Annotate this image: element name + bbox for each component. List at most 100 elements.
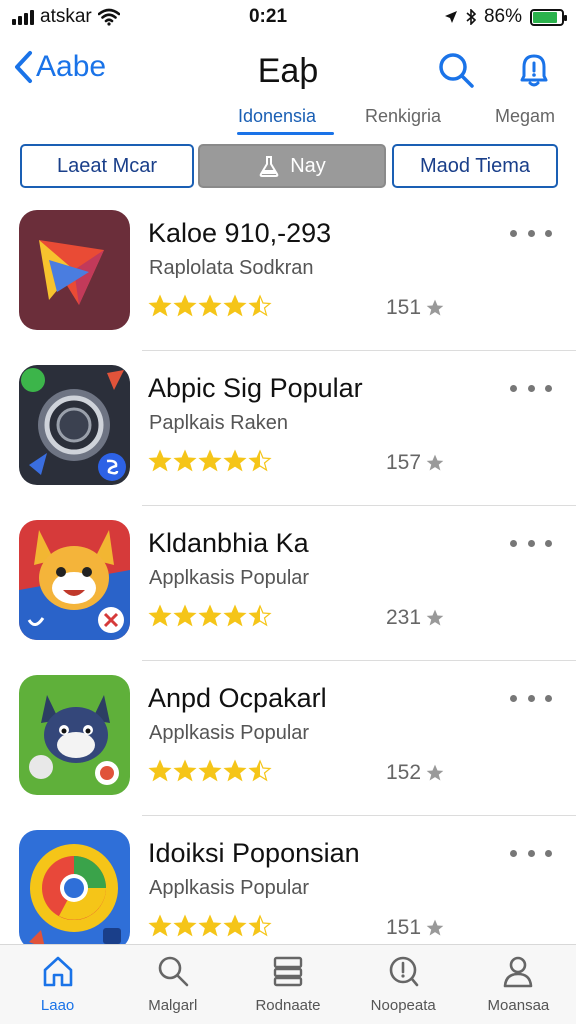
- star-full-icon: [173, 759, 197, 782]
- carrier-label: atskar: [40, 6, 92, 27]
- app-icon-cat-game: [19, 675, 130, 795]
- more-options-button[interactable]: [510, 846, 552, 860]
- tab-bar-label: Laao: [40, 997, 75, 1014]
- location-icon: [444, 11, 457, 23]
- more-options-button[interactable]: [510, 381, 552, 395]
- filter-label: Laeat Mcar: [56, 154, 158, 177]
- app-subtitle: Applkasis Popular: [149, 722, 310, 744]
- tab-renkigria[interactable]: Renkigria: [365, 106, 441, 127]
- list-item[interactable]: Kaloe 910,-293 Raplolata Sodkran 151: [0, 196, 576, 351]
- review-count: 231: [386, 606, 445, 630]
- app-subtitle: Raplolata Sodkran: [149, 257, 314, 279]
- tab-bar-label: Rodnaate: [255, 997, 321, 1014]
- star-full-icon: [198, 914, 222, 937]
- filter-laeat-mcar[interactable]: Laeat Mcar: [20, 144, 194, 188]
- star-half-icon: [248, 294, 272, 317]
- review-count-value: 231: [386, 606, 422, 629]
- app-icon-chrome-sun: [19, 830, 130, 950]
- battery-fill: [533, 11, 558, 23]
- list-item[interactable]: Kldanbhia Ka Applkasis Popular 231: [0, 506, 576, 661]
- signal-icon: [12, 9, 34, 25]
- app-name: Abpic Sig Popular: [148, 373, 363, 403]
- review-count: 157: [386, 451, 445, 475]
- star-full-icon: [173, 604, 197, 627]
- home-icon: [43, 956, 72, 987]
- back-button[interactable]: Aabe: [12, 50, 106, 84]
- star-rating: [148, 604, 272, 628]
- chevron-left-icon: [15, 51, 32, 83]
- status-right: 86%: [364, 6, 567, 28]
- star-half-icon: [248, 914, 272, 937]
- star-gray-icon: [426, 609, 444, 626]
- star-rating: [148, 294, 272, 318]
- star-rating: [148, 449, 272, 473]
- star-full-icon: [223, 449, 247, 472]
- star-full-icon: [223, 914, 247, 937]
- more-options-button[interactable]: [510, 536, 552, 550]
- search-icon: [439, 53, 474, 88]
- active-tab-indicator: [237, 132, 334, 135]
- filter-label: Maod Tiema: [419, 154, 531, 177]
- back-label: Aabe: [36, 50, 107, 83]
- wifi-icon: [97, 8, 120, 26]
- star-full-icon: [223, 604, 247, 627]
- star-rating: [148, 759, 272, 783]
- star-full-icon: [198, 759, 222, 782]
- bottom-tab-bar: Laao Malgarl Rodnaate Noopeata Moansaa: [0, 944, 576, 1024]
- app-name: Anpd Ocpakarl: [148, 683, 327, 713]
- review-count: 152: [386, 761, 445, 785]
- more-options-button[interactable]: [510, 226, 552, 240]
- search-button[interactable]: [436, 50, 476, 90]
- tab-bar-label: Malgarl: [148, 997, 198, 1014]
- star-gray-icon: [426, 454, 444, 471]
- star-rating: [148, 914, 272, 938]
- more-options-button[interactable]: [510, 691, 552, 705]
- app-name: Kaloe 910,-293: [148, 218, 332, 248]
- app-icon-camera: [19, 365, 130, 485]
- star-half-icon: [248, 759, 272, 782]
- review-count-value: 151: [386, 296, 422, 319]
- star-full-icon: [198, 449, 222, 472]
- filter-maod-tiema[interactable]: Maod Tiema: [392, 144, 558, 188]
- segment-tabs: Idonensia Renkigria Megam: [0, 102, 576, 135]
- tab-idonensia[interactable]: Idonensia: [238, 106, 316, 127]
- app-subtitle: Applkasis Popular: [149, 877, 310, 899]
- tab-bar-item-search[interactable]: Malgarl: [115, 945, 230, 1024]
- list-item[interactable]: Abpic Sig Popular Paplkais Raken 157: [0, 351, 576, 506]
- search-icon: [158, 956, 189, 987]
- star-full-icon: [148, 759, 172, 782]
- star-gray-icon: [426, 299, 444, 316]
- star-full-icon: [198, 604, 222, 627]
- updates-icon: [389, 956, 419, 987]
- review-count-value: 151: [386, 916, 422, 939]
- review-count-value: 152: [386, 761, 422, 784]
- tab-bar-label: Noopeata: [370, 997, 436, 1014]
- app-list: Kaloe 910,-293 Raplolata Sodkran 151 Abp…: [0, 196, 576, 971]
- star-full-icon: [148, 294, 172, 317]
- app-name: Idoiksi Poponsian: [148, 838, 360, 868]
- notification-button[interactable]: [514, 50, 554, 90]
- tab-bar-item-home[interactable]: Laao: [0, 945, 115, 1024]
- tab-bar-item-stack[interactable]: Rodnaate: [230, 945, 345, 1024]
- app-subtitle: Applkasis Popular: [149, 567, 310, 589]
- filter-nay[interactable]: Nay: [198, 144, 386, 188]
- app-name: Kldanbhia Ka: [148, 528, 309, 558]
- star-full-icon: [173, 914, 197, 937]
- star-full-icon: [173, 294, 197, 317]
- tab-bar-item-updates[interactable]: Noopeata: [346, 945, 461, 1024]
- star-gray-icon: [426, 764, 444, 781]
- review-count: 151: [386, 296, 445, 320]
- flask-icon: [258, 155, 280, 177]
- list-item[interactable]: Anpd Ocpakarl Applkasis Popular 152: [0, 661, 576, 816]
- app-subtitle: Paplkais Raken: [149, 412, 288, 434]
- nav-header: Aabe Eaþ: [0, 40, 576, 100]
- battery-icon: [530, 8, 567, 26]
- star-full-icon: [223, 759, 247, 782]
- review-count-value: 157: [386, 451, 422, 474]
- star-half-icon: [248, 449, 272, 472]
- star-full-icon: [148, 914, 172, 937]
- star-full-icon: [148, 449, 172, 472]
- tab-bar-label: Moansaa: [487, 997, 550, 1014]
- tab-megam[interactable]: Megam: [495, 106, 555, 127]
- tab-bar-item-profile[interactable]: Moansaa: [461, 945, 576, 1024]
